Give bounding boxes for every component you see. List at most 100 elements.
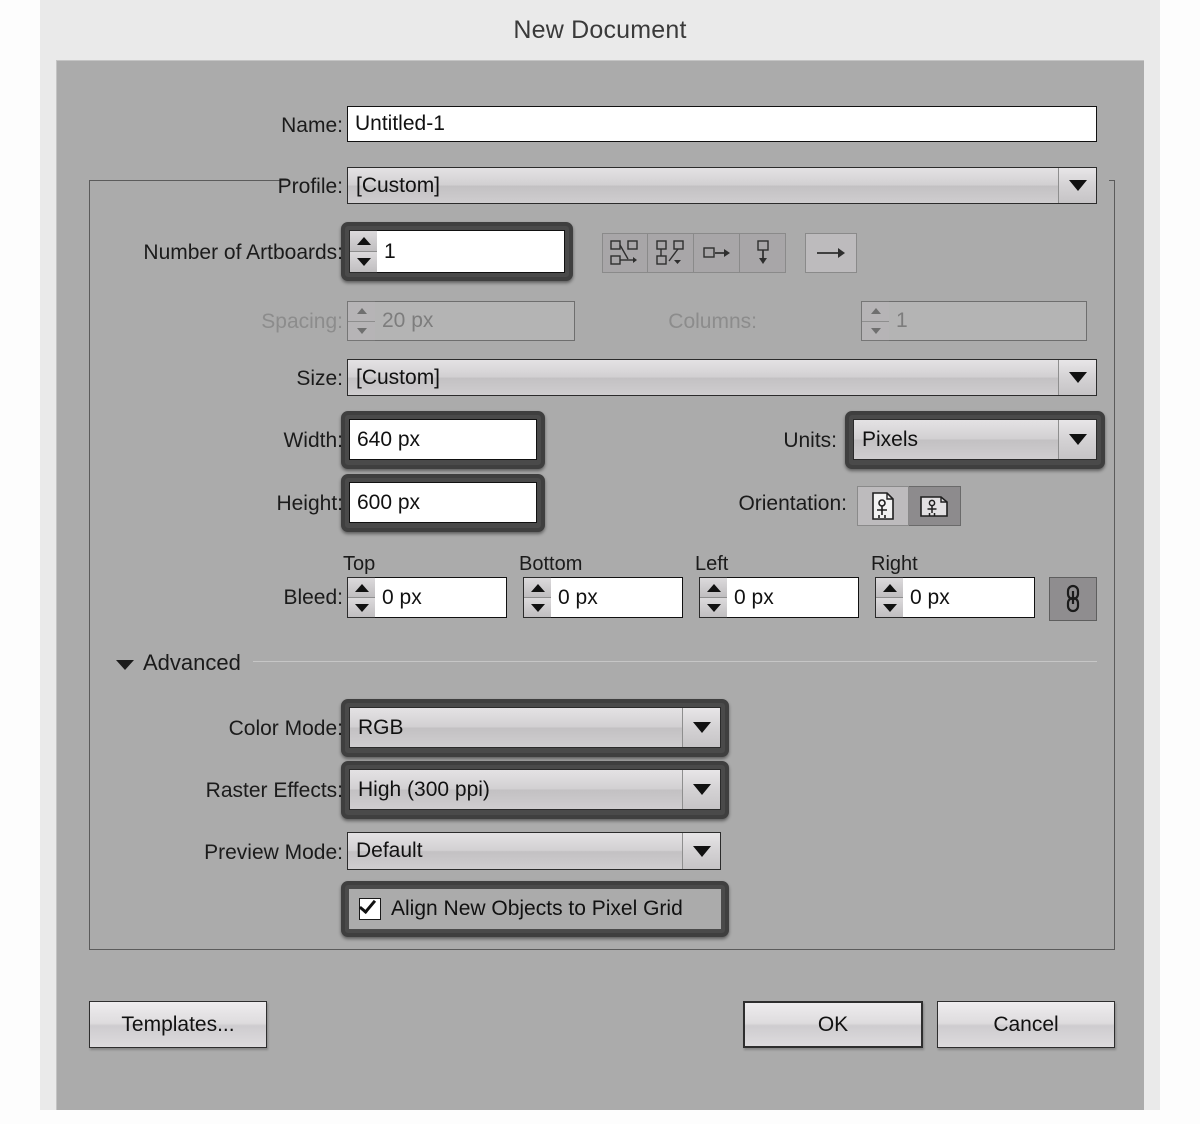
dialog-frame: Name: Untitled-1 Profile: [Custom] Numbe… [40, 44, 1160, 1110]
advanced-section-label[interactable]: Advanced [143, 650, 241, 676]
stepper-up-icon [862, 302, 889, 322]
number-of-artboards-input[interactable]: 1 [377, 230, 565, 273]
bleed-bottom-value: 0 px [558, 585, 598, 609]
check-icon [358, 895, 377, 915]
number-of-artboards-value: 1 [384, 239, 396, 263]
chevron-down-icon[interactable] [682, 770, 720, 809]
size-dropdown[interactable]: [Custom] [347, 359, 1097, 396]
artboard-arrangement-buttons [602, 233, 786, 273]
bleed-top-value: 0 px [382, 585, 422, 609]
orientation-label: Orientation: [738, 492, 847, 515]
bleed-right-caption: Right [871, 553, 918, 575]
number-of-artboards-stepper[interactable]: 1 [349, 230, 565, 273]
chevron-down-icon[interactable] [682, 708, 720, 747]
portrait-orientation-icon[interactable] [857, 486, 909, 526]
chevron-down-icon[interactable] [682, 833, 720, 869]
stepper-up-icon[interactable] [350, 231, 377, 252]
new-document-dialog-window: New Document Name: Untitled-1 Profile: [… [0, 0, 1200, 1124]
raster-effects-label: Raster Effects: [205, 779, 343, 802]
stepper-up-icon[interactable] [348, 578, 375, 598]
bleed-left-stepper[interactable]: 0 px [699, 577, 859, 618]
width-value: 640 px [357, 427, 421, 451]
number-of-artboards-spin-buttons[interactable] [349, 230, 377, 273]
preview-mode-label: Preview Mode: [204, 841, 343, 864]
bleed-top-input[interactable]: 0 px [375, 577, 507, 618]
name-input-value: Untitled-1 [355, 112, 445, 135]
stepper-down-icon[interactable] [348, 598, 375, 617]
columns-label: Columns: [668, 310, 757, 333]
color-mode-label: Color Mode: [228, 717, 343, 740]
spacing-input: 20 px [375, 301, 575, 341]
templates-button[interactable]: Templates... [89, 1001, 267, 1048]
height-input[interactable]: 600 px [349, 482, 537, 523]
raster-effects-dropdown[interactable]: High (300 ppi) [349, 769, 721, 810]
ok-button[interactable]: OK [743, 1001, 923, 1048]
spacing-spin-buttons [347, 301, 375, 341]
cancel-button-label: Cancel [993, 1012, 1059, 1036]
chevron-down-icon[interactable] [1058, 168, 1096, 203]
height-value: 600 px [357, 490, 421, 514]
templates-button-label: Templates... [121, 1012, 235, 1036]
bleed-right-value: 0 px [910, 585, 950, 609]
profile-dropdown[interactable]: [Custom] [347, 167, 1097, 204]
columns-spin-buttons [861, 301, 889, 341]
triangle-down-icon[interactable] [116, 660, 134, 670]
units-dropdown-value: Pixels [862, 427, 919, 451]
color-mode-dropdown[interactable]: RGB [349, 707, 721, 748]
bleed-left-input[interactable]: 0 px [727, 577, 859, 618]
name-input[interactable]: Untitled-1 [347, 106, 1097, 142]
change-to-right-to-left-layout-icon[interactable] [805, 233, 857, 273]
orientation-buttons [857, 486, 961, 526]
spacing-stepper: 20 px [347, 301, 575, 341]
bleed-bottom-caption: Bottom [519, 553, 583, 575]
columns-input: 1 [889, 301, 1087, 341]
align-pixel-grid-label: Align New Objects to Pixel Grid [391, 897, 683, 920]
preview-mode-dropdown[interactable]: Default [347, 832, 721, 870]
preview-mode-dropdown-value: Default [356, 839, 423, 862]
bleed-left-caption: Left [695, 553, 729, 575]
bleed-right-stepper[interactable]: 0 px [875, 577, 1035, 618]
bleed-top-spin-buttons[interactable] [347, 577, 375, 618]
grid-by-column-icon[interactable] [648, 233, 694, 273]
stepper-down-icon[interactable] [876, 598, 903, 617]
arrange-by-row-icon[interactable] [694, 233, 740, 273]
chevron-down-icon[interactable] [1058, 360, 1096, 395]
link-bleed-values-icon[interactable] [1049, 577, 1097, 621]
bleed-bottom-spin-buttons[interactable] [523, 577, 551, 618]
bleed-bottom-input[interactable]: 0 px [551, 577, 683, 618]
landscape-orientation-icon[interactable] [909, 486, 961, 526]
stepper-up-icon[interactable] [700, 578, 727, 598]
align-pixel-grid-checkbox-row[interactable]: Align New Objects to Pixel Grid [349, 889, 721, 929]
stepper-down-icon[interactable] [700, 598, 727, 617]
stepper-up-icon[interactable] [524, 578, 551, 598]
stepper-up-icon [348, 302, 375, 322]
align-pixel-grid-checkbox[interactable] [358, 895, 381, 920]
stepper-down-icon [862, 321, 889, 340]
bleed-bottom-stepper[interactable]: 0 px [523, 577, 683, 618]
units-dropdown[interactable]: Pixels [853, 419, 1097, 460]
spacing-value: 20 px [382, 309, 434, 332]
dialog-title: New Document [513, 15, 687, 44]
color-mode-dropdown-value: RGB [358, 715, 404, 739]
bleed-top-caption: Top [343, 553, 376, 575]
width-label: Width: [283, 429, 343, 452]
size-dropdown-value: [Custom] [356, 365, 441, 389]
size-label: Size: [296, 367, 343, 390]
bleed-right-input[interactable]: 0 px [903, 577, 1035, 618]
columns-stepper: 1 [861, 301, 1087, 341]
bleed-right-spin-buttons[interactable] [875, 577, 903, 618]
bleed-top-stepper[interactable]: 0 px [347, 577, 507, 618]
chevron-down-icon[interactable] [1058, 420, 1096, 459]
cancel-button[interactable]: Cancel [937, 1001, 1115, 1048]
spacing-label: Spacing: [261, 310, 343, 333]
stepper-down-icon[interactable] [350, 252, 377, 272]
bleed-left-spin-buttons[interactable] [699, 577, 727, 618]
profile-label: Profile: [277, 175, 343, 198]
stepper-up-icon[interactable] [876, 578, 903, 598]
grid-by-row-icon[interactable] [602, 233, 648, 273]
stepper-down-icon [348, 321, 375, 340]
arrange-by-column-icon[interactable] [740, 233, 786, 273]
bleed-left-value: 0 px [734, 585, 774, 609]
stepper-down-icon[interactable] [524, 598, 551, 617]
width-input[interactable]: 640 px [349, 419, 537, 460]
